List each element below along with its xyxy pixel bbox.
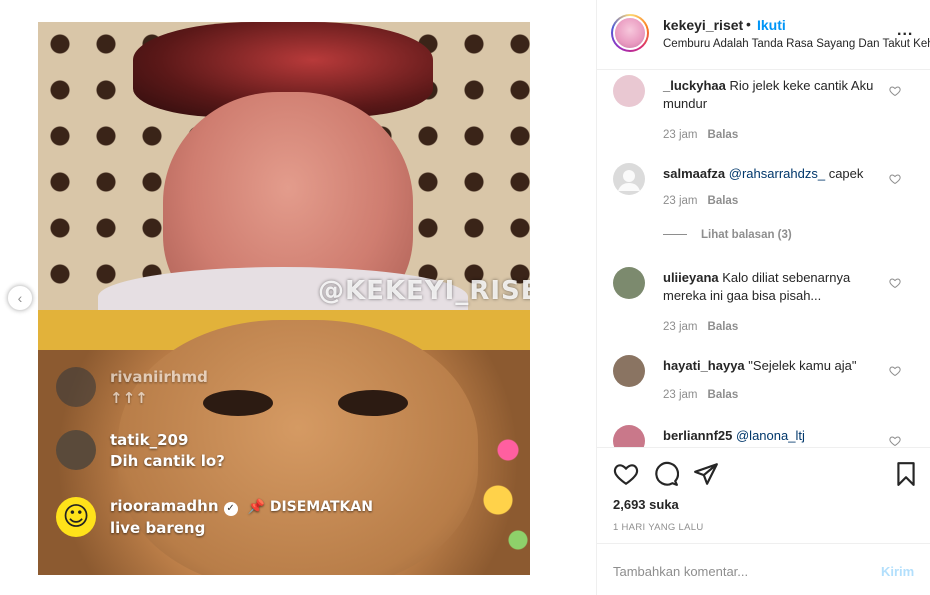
heart-icon[interactable] <box>889 435 901 447</box>
comment-avatar[interactable] <box>613 425 645 447</box>
comment-item: salmaafza @rahsarrahdzs_ capek 23 jam Bal… <box>613 163 918 253</box>
person-eye-right <box>338 390 408 416</box>
heart-icon[interactable] <box>613 461 639 487</box>
comment-mention[interactable]: @lanona_ltj <box>736 428 805 443</box>
live-comment: tatik_209 Dih cantik lo? <box>56 430 225 470</box>
chevron-left-icon: ‹ <box>17 290 23 306</box>
heart-icon[interactable] <box>889 365 901 377</box>
video-top-frame: @KEKEYI_RISET <box>38 22 530 332</box>
live-comment-user: rivaniirhmd <box>110 367 208 386</box>
author-avatar[interactable] <box>611 14 649 52</box>
media-area: ‹ @KEKEYI_RISET rivaniirhmd ↑↑↑ tati <box>0 0 596 595</box>
live-comment: rivaniirhmd ↑↑↑ <box>56 367 208 407</box>
post-comment-button[interactable]: Kirim <box>881 564 914 579</box>
comment-meta: 23 jam Balas <box>663 321 738 333</box>
live-comment-avatar <box>56 367 96 407</box>
reply-button[interactable]: Balas <box>708 195 739 207</box>
comment-body: berliannf25 @lanona_ltj <box>663 427 883 445</box>
live-comment-user-row: riooramadhn ✓ 📌 DISEMATKAN <box>110 497 373 516</box>
comment-body: uliieyana Kalo diliat sebenarnya mereka … <box>663 269 883 305</box>
comment-bubble-icon[interactable] <box>653 461 679 487</box>
heart-icon[interactable] <box>889 277 901 289</box>
comment-meta: 23 jam Balas <box>663 129 738 141</box>
comment-username[interactable]: uliieyana <box>663 270 719 285</box>
likes-count[interactable]: 2,693 suka <box>613 497 679 512</box>
author-username[interactable]: kekeyi_riset <box>663 17 743 33</box>
comment-time: 23 jam <box>663 321 698 333</box>
comment-time: 23 jam <box>663 389 698 401</box>
comment-username[interactable]: berliannf25 <box>663 428 732 443</box>
smiley-avatar-icon: ☺ <box>56 497 96 537</box>
comment-item: _luckyhaa Rio jelek keke cantik Aku mund… <box>613 75 918 145</box>
comment-text: capek <box>828 166 864 181</box>
comments-list[interactable]: _luckyhaa Rio jelek keke cantik Aku mund… <box>597 71 930 447</box>
comment-meta: 23 jam Balas <box>663 195 738 207</box>
view-replies-label: Lihat balasan (3) <box>701 229 792 241</box>
comment-body: _luckyhaa Rio jelek keke cantik Aku mund… <box>663 77 883 113</box>
post-header: kekeyi_riset • Ikuti Cemburu Adalah Tand… <box>597 0 930 70</box>
comment-mention[interactable]: @rahsarrahdzs_ <box>729 166 825 181</box>
comment-avatar[interactable] <box>613 163 645 195</box>
reply-button[interactable]: Balas <box>708 129 739 141</box>
comment-item: hayati_hayya "Sejelek kamu aja" 23 jam Ba… <box>613 355 918 405</box>
comment-item: berliannf25 @lanona_ltj <box>613 425 918 447</box>
live-hearts <box>478 430 530 570</box>
post-video[interactable]: @KEKEYI_RISET rivaniirhmd ↑↑↑ tatik_209 … <box>38 22 530 575</box>
reply-button[interactable]: Balas <box>708 321 739 333</box>
default-user-icon <box>618 170 640 191</box>
live-comment-message: Dih cantik lo? <box>110 451 225 470</box>
view-replies-line <box>663 234 687 236</box>
video-watermark: @KEKEYI_RISET <box>318 276 530 306</box>
post-sidebar: kekeyi_riset • Ikuti Cemburu Adalah Tand… <box>596 0 930 595</box>
comment-avatar[interactable] <box>613 267 645 299</box>
verified-icon: ✓ <box>223 502 238 516</box>
paper-plane-icon[interactable] <box>693 461 719 487</box>
comment-time: 23 jam <box>663 129 698 141</box>
follow-button[interactable]: Ikuti <box>757 17 786 33</box>
comment-avatar[interactable] <box>613 355 645 387</box>
heart-icon[interactable] <box>889 85 901 97</box>
comment-item: uliieyana Kalo diliat sebenarnya mereka … <box>613 267 918 337</box>
comment-username[interactable]: salmaafza <box>663 166 725 181</box>
follow-separator: • <box>746 16 751 32</box>
comment-meta: 23 jam Balas <box>663 389 738 401</box>
more-horizontal-icon[interactable]: ... <box>897 22 913 40</box>
heart-icon[interactable] <box>889 173 901 185</box>
comment-body: hayati_hayya "Sejelek kamu aja" <box>663 357 883 375</box>
live-comment-user: riooramadhn <box>110 497 219 515</box>
live-comment-pinned: ☺ riooramadhn ✓ 📌 DISEMATKAN live bareng <box>56 497 373 537</box>
comment-body: salmaafza @rahsarrahdzs_ capek <box>663 165 883 183</box>
comment-username[interactable]: _luckyhaa <box>663 78 726 93</box>
live-comment-message: ↑↑↑ <box>110 388 148 407</box>
carousel-prev-button[interactable]: ‹ <box>7 285 33 311</box>
live-comment-avatar <box>56 430 96 470</box>
pinned-label: 📌 DISEMATKAN <box>247 499 373 515</box>
comment-input[interactable] <box>613 560 863 582</box>
reply-button[interactable]: Balas <box>708 389 739 401</box>
post-actions: 2,693 suka 1 HARI YANG LALU <box>597 447 930 543</box>
live-comment-message: live bareng <box>110 519 206 537</box>
view-replies-button[interactable]: Lihat balasan (3) <box>663 229 792 241</box>
comment-username[interactable]: hayati_hayya <box>663 358 745 373</box>
post-caption: Cemburu Adalah Tanda Rasa Sayang Dan Tak… <box>663 38 930 50</box>
live-comment-user: tatik_209 <box>110 430 189 449</box>
comment-avatar[interactable] <box>613 75 645 107</box>
post-timestamp: 1 HARI YANG LALU <box>613 522 704 533</box>
comment-time: 23 jam <box>663 195 698 207</box>
person-eye-left <box>203 390 273 416</box>
add-comment-bar: Kirim <box>597 543 930 595</box>
author-avatar-image <box>613 16 647 50</box>
comment-text: "Sejelek kamu aja" <box>748 358 857 373</box>
bookmark-icon[interactable] <box>893 461 919 487</box>
